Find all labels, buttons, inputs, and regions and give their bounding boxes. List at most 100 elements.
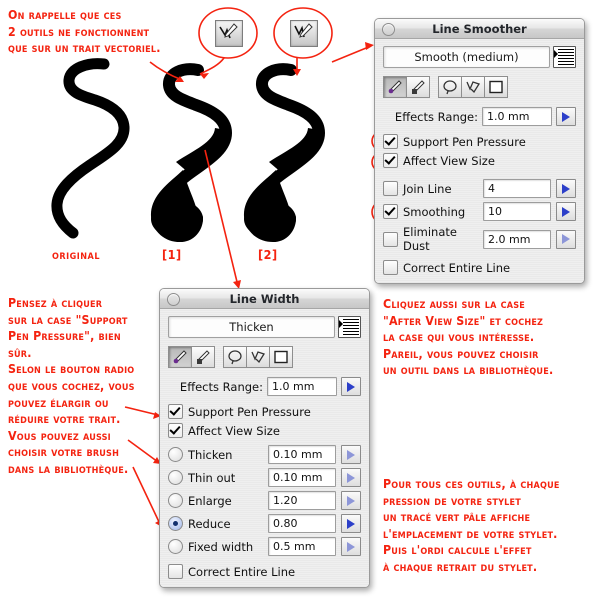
radio-row-reduce[interactable]: Reduce 0.80	[168, 514, 361, 533]
brush-stroke-original	[51, 58, 130, 239]
lasso-tool[interactable]	[438, 76, 462, 98]
reduce-radio[interactable]	[168, 516, 183, 531]
reduce-input[interactable]: 0.80	[268, 514, 336, 533]
fixed-width-label: Fixed width	[188, 539, 254, 554]
eliminate-dust-label: Eliminate Dust	[403, 225, 457, 253]
radio-row-thin-out[interactable]: Thin out 0.10 mm	[168, 468, 361, 487]
line-width-preset-field[interactable]: Thicken	[168, 316, 335, 338]
enlarge-stepper-button[interactable]	[341, 491, 361, 510]
thicken-stepper-button[interactable]	[341, 445, 361, 464]
correct-entire-line-row[interactable]: Correct Entire Line	[168, 564, 361, 579]
pen-square-tool[interactable]	[406, 76, 430, 98]
line-smoother-titlebar: Line Smoother	[375, 19, 584, 39]
option-row-smoothing[interactable]: Smoothing 10	[383, 202, 576, 221]
support-pen-pressure-label: Support Pen Pressure	[403, 134, 526, 149]
thin-out-label: Thin out	[188, 470, 236, 485]
support-pen-pressure-checkbox[interactable]	[383, 134, 398, 149]
fixed-width-stepper-button[interactable]	[341, 537, 361, 556]
effects-range-stepper-button[interactable]	[556, 107, 576, 126]
fixed-width-input[interactable]: 0.5 mm	[268, 537, 336, 556]
correct-entire-line-checkbox[interactable]	[168, 564, 183, 579]
fixed-width-radio[interactable]	[168, 539, 183, 554]
support-pen-pressure-row[interactable]: Support Pen Pressure	[168, 404, 361, 419]
rectangle-marquee-tool[interactable]	[269, 346, 293, 368]
line-width-preset-value: Thicken	[229, 320, 274, 334]
close-icon[interactable]	[382, 23, 395, 36]
effects-range-label: Effects Range:	[179, 379, 263, 394]
smoothing-label: Smoothing	[403, 204, 466, 219]
pen-tool-group	[383, 76, 430, 98]
tool-icon-button-2[interactable]	[290, 20, 318, 47]
polyline-lasso-tool[interactable]	[246, 346, 270, 368]
reduce-stepper-button[interactable]	[341, 514, 361, 533]
close-icon[interactable]	[167, 293, 180, 306]
join-line-input[interactable]: 4	[483, 179, 551, 198]
support-pen-pressure-checkbox[interactable]	[168, 404, 183, 419]
play-triangle-icon	[347, 449, 355, 460]
effects-range-input[interactable]: 1.0 mm	[267, 377, 337, 396]
effects-range-value: 1.0 mm	[272, 380, 315, 393]
reduce-label: Reduce	[188, 516, 231, 531]
effects-range-stepper-button[interactable]	[341, 377, 361, 396]
reduce-value: 0.80	[273, 517, 298, 530]
smoothing-stepper-button[interactable]	[556, 202, 576, 221]
smoothing-value: 10	[488, 205, 502, 218]
preset-library-menu-icon[interactable]	[553, 46, 576, 68]
line-smoother-panel[interactable]: Line Smoother Smooth (medium) Effects Ra…	[374, 18, 585, 284]
brush-stroke-one	[151, 63, 233, 243]
tool-icon-button-1[interactable]	[215, 20, 243, 47]
thicken-label: Thicken	[188, 447, 233, 462]
eliminate-dust-input[interactable]: 2.0 mm	[483, 229, 551, 249]
support-pen-pressure-label: Support Pen Pressure	[188, 404, 311, 419]
arrow-tool1-to-stroke	[199, 57, 225, 75]
smoothing-input[interactable]: 10	[483, 202, 551, 221]
thin-out-stepper-button[interactable]	[341, 468, 361, 487]
eliminate-dust-stepper-button[interactable]	[556, 229, 576, 249]
effects-range-label: Effects Range:	[394, 109, 478, 124]
join-line-checkbox[interactable]	[383, 181, 398, 196]
thin-out-radio[interactable]	[168, 470, 183, 485]
eliminate-dust-checkbox[interactable]	[383, 231, 398, 247]
brush-stroke-two	[244, 63, 326, 243]
enlarge-radio[interactable]	[168, 493, 183, 508]
thicken-input[interactable]: 0.10 mm	[268, 445, 336, 464]
enlarge-input[interactable]: 1.20	[268, 491, 336, 510]
line-width-tool-icon	[294, 23, 313, 38]
pen-dot-tool[interactable]	[383, 76, 407, 98]
correct-entire-line-checkbox[interactable]	[383, 260, 398, 275]
rectangle-marquee-tool[interactable]	[484, 76, 508, 98]
option-row-join-line[interactable]: Join Line 4	[383, 179, 576, 198]
pen-tool-group	[168, 346, 215, 368]
radio-row-enlarge[interactable]: Enlarge 1.20	[168, 491, 361, 510]
play-triangle-icon	[562, 111, 570, 122]
line-smoother-preset-value: Smooth (medium)	[414, 50, 519, 64]
smoothing-checkbox[interactable]	[383, 204, 398, 219]
thicken-radio[interactable]	[168, 447, 183, 462]
affect-view-size-checkbox[interactable]	[168, 423, 183, 438]
line-smoother-preset-field[interactable]: Smooth (medium)	[383, 46, 550, 68]
radio-row-thicken[interactable]: Thicken 0.10 mm	[168, 445, 361, 464]
stroke-label-original: Original	[52, 247, 100, 262]
polyline-lasso-tool[interactable]	[461, 76, 485, 98]
affect-view-size-checkbox[interactable]	[383, 153, 398, 168]
thin-out-input[interactable]: 0.10 mm	[268, 468, 336, 487]
play-triangle-icon	[562, 183, 570, 194]
pen-square-tool[interactable]	[191, 346, 215, 368]
annotation-right-mid: Cliquez aussi sur la case "After View Si…	[383, 297, 554, 378]
affect-view-size-row[interactable]: Affect View Size	[383, 153, 576, 168]
line-width-panel[interactable]: Line Width Thicken Effects Range: 1.0 mm…	[159, 288, 370, 588]
stroke-label-two: [2]	[258, 247, 278, 262]
lasso-tool[interactable]	[223, 346, 247, 368]
effects-range-input[interactable]: 1.0 mm	[482, 107, 552, 126]
pen-dot-tool[interactable]	[168, 346, 192, 368]
correct-entire-line-row[interactable]: Correct Entire Line	[383, 260, 576, 275]
line-width-effects-range-row: Effects Range: 1.0 mm	[168, 377, 361, 396]
support-pen-pressure-row[interactable]: Support Pen Pressure	[383, 134, 576, 149]
annotation-left-mid: Pensez à cliquer sur la case "Support Pe…	[8, 296, 135, 476]
preset-library-menu-icon[interactable]	[338, 316, 361, 338]
join-line-stepper-button[interactable]	[556, 179, 576, 198]
line-width-tool-row	[168, 346, 361, 368]
affect-view-size-row[interactable]: Affect View Size	[168, 423, 361, 438]
radio-row-fixed-width[interactable]: Fixed width 0.5 mm	[168, 537, 361, 556]
option-row-eliminate-dust[interactable]: Eliminate Dust 2.0 mm	[383, 225, 576, 253]
